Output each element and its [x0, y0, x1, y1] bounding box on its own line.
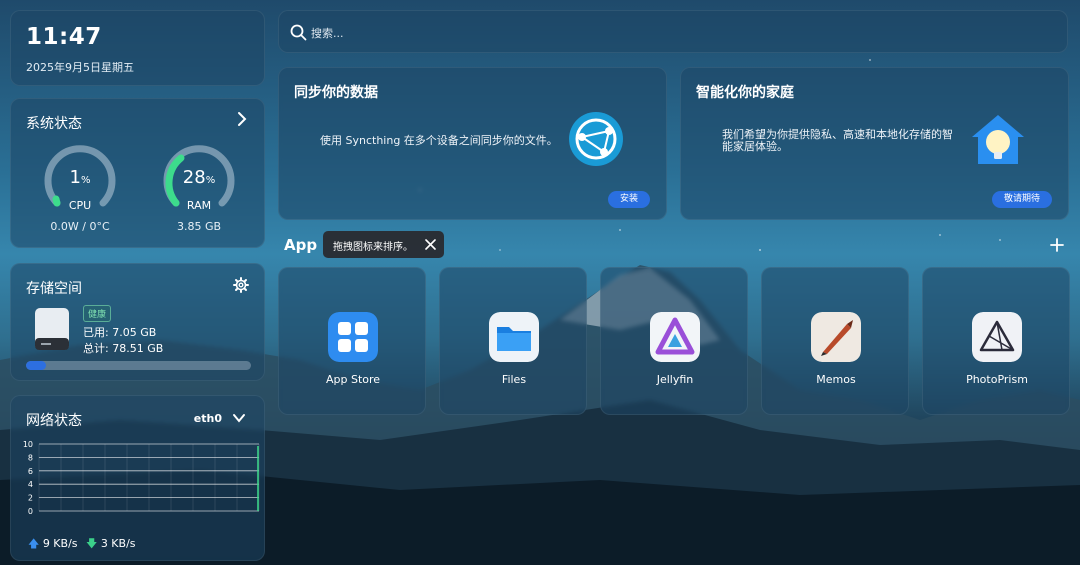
y-tick-label: 2	[28, 494, 33, 503]
health-badge: 健康	[83, 305, 112, 322]
smart-home-promo-title: 智能化你的家庭	[696, 85, 794, 101]
storage-widget: 存储空间 健康 已用: 7.05 GB 总计: 78.51 GB	[10, 263, 265, 381]
storage-title: 存储空间	[26, 281, 82, 297]
gear-icon[interactable]	[233, 277, 249, 293]
cpu-label: CPU	[68, 199, 92, 212]
clock-time: 11:47	[26, 24, 102, 50]
network-status-widget: 网络状态 eth0 10 8 6 4 2 0 🡅 9 KB/s 🡇 3 KB/s	[10, 395, 265, 561]
y-tick-label: 4	[28, 480, 33, 489]
syncthing-icon	[569, 112, 623, 166]
app-tile-jellyfin[interactable]: Jellyfin	[600, 267, 748, 415]
install-button[interactable]: 安装	[607, 191, 650, 208]
app-name: PhotoPrism	[966, 373, 1028, 386]
close-icon[interactable]	[425, 239, 436, 250]
jellyfin-icon	[650, 312, 700, 362]
coming-soon-button[interactable]: 敬请期待	[991, 191, 1052, 208]
search-input[interactable]	[311, 23, 1011, 43]
app-store-icon	[328, 312, 378, 362]
photoprism-icon	[972, 312, 1022, 362]
syncthing-promo-card: 同步你的数据 使用 Syncthing 在多个设备之间同步你的文件。 安装	[278, 67, 667, 220]
search-icon	[290, 24, 307, 41]
drag-hint-text: 拖拽图标来排序。	[333, 242, 413, 253]
y-tick-label: 8	[28, 453, 33, 462]
hard-drive-icon	[35, 308, 69, 350]
app-section-title: App	[284, 236, 318, 254]
plus-icon[interactable]	[1050, 238, 1064, 252]
cpu-value: 1%	[69, 167, 91, 188]
app-name: Jellyfin	[656, 373, 694, 386]
clock-widget: 11:47 2025年9月5日星期五	[10, 10, 265, 86]
memos-icon	[811, 312, 861, 362]
chevron-down-icon[interactable]	[232, 411, 246, 425]
network-status-title: 网络状态	[26, 413, 82, 429]
upload-rate: 🡅 9 KB/s	[28, 537, 78, 550]
app-tile-files[interactable]: Files	[439, 267, 587, 415]
storage-usage-bar	[26, 361, 251, 370]
cpu-gauge: 1% CPU	[42, 141, 118, 217]
syncthing-promo-desc: 使用 Syncthing 在多个设备之间同步你的文件。	[320, 134, 558, 147]
smart-home-promo-desc: 我们希望为你提供隐私、高速和本地化存储的智 能家居体验。	[722, 128, 953, 153]
interface-select[interactable]: eth0	[194, 412, 222, 425]
storage-used: 已用: 7.05 GB	[83, 326, 157, 339]
storage-total: 总计: 78.51 GB	[83, 342, 164, 355]
y-tick-label: 10	[23, 440, 33, 449]
app-tile-app-store[interactable]: App Store	[278, 267, 426, 415]
app-name: Memos	[816, 373, 856, 386]
drag-hint-tooltip: 拖拽图标来排序。	[323, 231, 444, 258]
system-status-title: 系统状态	[26, 116, 82, 132]
syncthing-promo-title: 同步你的数据	[294, 85, 378, 101]
network-traffic-chart: 10 8 6 4 2 0	[23, 440, 260, 516]
ram-label: RAM	[186, 199, 212, 212]
app-name: App Store	[325, 373, 381, 386]
chevron-right-icon[interactable]	[235, 111, 249, 127]
system-status-widget: 系统状态 1% CPU 0.0W / 0°C 28% RAM 3.85 GB	[10, 98, 265, 248]
y-tick-label: 6	[28, 467, 33, 476]
clock-date: 2025年9月5日星期五	[26, 61, 134, 74]
smart-home-icon	[972, 115, 1024, 164]
smart-home-promo-card: 智能化你的家庭 我们希望为你提供隐私、高速和本地化存储的智 能家居体验。 敬请期…	[680, 67, 1069, 220]
ram-gauge: 28% RAM	[161, 141, 237, 217]
cpu-power-temp: 0.0W / 0°C	[50, 220, 110, 233]
app-tile-photoprism[interactable]: PhotoPrism	[922, 267, 1070, 415]
ram-value: 28%	[182, 167, 216, 188]
y-tick-label: 0	[28, 507, 33, 516]
download-rate: 🡇 3 KB/s	[86, 537, 136, 550]
app-name: Files	[501, 373, 527, 386]
search-bar[interactable]	[278, 10, 1068, 53]
app-tile-memos[interactable]: Memos	[761, 267, 909, 415]
files-icon	[489, 312, 539, 362]
ram-used: 3.85 GB	[176, 220, 222, 233]
